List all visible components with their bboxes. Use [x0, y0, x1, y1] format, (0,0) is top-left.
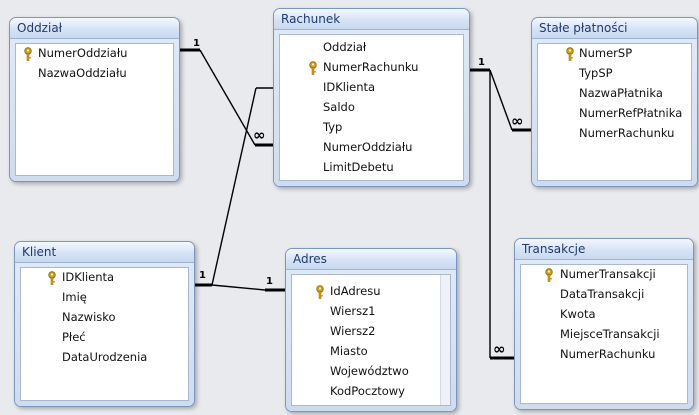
table-stale-platnosci[interactable]: Stałe płatności NumerSP TypSP NazwaPłatn…: [531, 17, 698, 187]
field-wojewodztwo[interactable]: Województwo: [330, 363, 409, 379]
table-title-oddzial[interactable]: Oddział: [10, 18, 179, 39]
relation-klient-rachunek[interactable]: [193, 87, 273, 287]
card-many-rachunek-oddzial: ∞: [253, 126, 266, 144]
field-oddzial[interactable]: Oddział: [323, 39, 366, 55]
table-title-adres[interactable]: Adres: [286, 249, 456, 270]
field-wiersz2[interactable]: Wiersz2: [330, 323, 375, 339]
field-id-klienta[interactable]: IDKlienta: [62, 269, 114, 285]
field-miasto[interactable]: Miasto: [330, 343, 368, 359]
scrollbar[interactable]: [440, 275, 450, 405]
field-data-transakcji[interactable]: DataTransakcji: [560, 286, 644, 302]
card-one-rachunek: 1: [478, 57, 485, 68]
table-transakcje[interactable]: Transakcje NumerTransakcji DataTransakcj…: [514, 238, 694, 410]
field-plec[interactable]: Płeć: [62, 329, 86, 345]
field-id-klienta[interactable]: IDKlienta: [323, 79, 375, 95]
field-numer-ref-platnika[interactable]: NumerRefPłatnika: [579, 105, 682, 121]
field-numer-sp[interactable]: NumerSP: [579, 45, 632, 61]
card-one-oddzial: 1: [193, 38, 200, 49]
table-rachunek[interactable]: Rachunek Oddział NumerRachunku IDKlienta…: [273, 8, 470, 187]
field-nazwa-platnika[interactable]: NazwaPłatnika: [579, 85, 663, 101]
field-typ-sp[interactable]: TypSP: [579, 65, 613, 81]
field-wiersz1[interactable]: Wiersz1: [330, 303, 375, 319]
table-title-klient[interactable]: Klient: [15, 242, 194, 263]
field-data-urodzenia[interactable]: DataUrodzenia: [62, 349, 147, 365]
relation-klient-adres[interactable]: [211, 284, 285, 292]
card-many-stale: ∞: [511, 112, 524, 130]
field-list-klient: IDKlienta Imię Nazwisko Płeć DataUrodzen…: [20, 267, 189, 401]
table-title-rachunek[interactable]: Rachunek: [274, 9, 469, 30]
field-numer-rachunku[interactable]: NumerRachunku: [323, 59, 418, 75]
field-numer-transakcji[interactable]: NumerTransakcji: [560, 266, 656, 282]
key-icon: [544, 267, 554, 282]
field-list-rachunek: Oddział NumerRachunku IDKlienta Saldo Ty…: [279, 34, 464, 181]
field-nazwisko[interactable]: Nazwisko: [62, 309, 116, 325]
key-icon: [47, 270, 57, 285]
field-numer-rachunku[interactable]: NumerRachunku: [579, 125, 674, 141]
key-icon: [308, 60, 318, 75]
field-list-stale-platnosci: NumerSP TypSP NazwaPłatnika NumerRefPłat…: [537, 43, 692, 181]
relationships-canvas: 1 ∞ 1 1 1 ∞ ∞ Oddział NumerOddziału Nazw…: [0, 0, 699, 415]
field-saldo[interactable]: Saldo: [323, 99, 355, 115]
field-numer-oddzialu[interactable]: NumerOddziału: [323, 139, 412, 155]
field-list-transakcje: NumerTransakcji DataTransakcji Kwota Mie…: [520, 264, 688, 404]
card-many-transakcje: ∞: [493, 340, 506, 358]
table-klient[interactable]: Klient IDKlienta Imię Nazwisko Płeć Data…: [14, 241, 195, 407]
card-one-adres: 1: [266, 276, 273, 287]
field-nazwa-oddzialu[interactable]: NazwaOddziału: [38, 65, 127, 81]
key-icon: [315, 284, 325, 299]
table-adres[interactable]: Adres IdAdresu Wiersz1 Wiersz2 Miasto Wo…: [285, 248, 457, 412]
field-id-adresu[interactable]: IdAdresu: [330, 283, 381, 299]
field-list-adres: IdAdresu Wiersz1 Wiersz2 Miasto Wojewódz…: [291, 274, 451, 406]
field-imie[interactable]: Imię: [62, 289, 87, 305]
table-title-stale-platnosci[interactable]: Stałe płatności: [532, 18, 697, 39]
field-typ[interactable]: Typ: [323, 119, 342, 135]
table-title-transakcje[interactable]: Transakcje: [515, 239, 693, 260]
field-miejsce-transakcji[interactable]: MiejsceTransakcji: [560, 326, 660, 342]
table-oddzial[interactable]: Oddział NumerOddziału NazwaOddziału: [9, 17, 180, 182]
field-kwota[interactable]: Kwota: [560, 306, 596, 322]
card-one-klient: 1: [199, 270, 206, 281]
field-numer-rachunku[interactable]: NumerRachunku: [560, 346, 655, 362]
field-limit-debetu[interactable]: LimitDebetu: [323, 159, 394, 175]
key-icon: [23, 46, 33, 61]
field-kod-pocztowy[interactable]: KodPocztowy: [330, 383, 405, 399]
field-numer-oddzialu[interactable]: NumerOddziału: [38, 45, 127, 61]
key-icon: [565, 46, 575, 61]
field-list-oddzial: NumerOddziału NazwaOddziału: [15, 43, 174, 176]
